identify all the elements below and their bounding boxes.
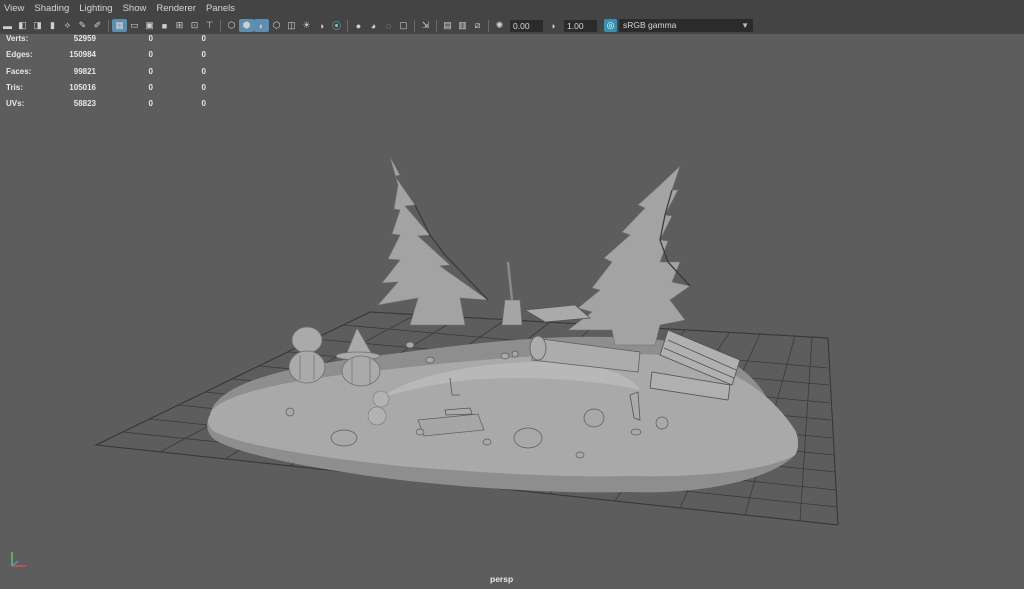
gate-mask-icon[interactable]: ■	[157, 19, 172, 32]
select-camera-icon[interactable]: ▬	[0, 19, 15, 32]
ambient-occlusion-icon[interactable]: ●	[351, 19, 366, 32]
exposure-field[interactable]: 0.00	[510, 19, 543, 32]
field-chart-icon[interactable]: ⊞	[172, 19, 187, 32]
separator	[414, 19, 415, 32]
multisample-aa-icon[interactable]: ◌	[381, 19, 396, 32]
depth-of-field-icon[interactable]: ▢	[396, 19, 411, 32]
poly-count-hud: Verts: 52959 0 0 Edges: 150984 0 0 Faces…	[6, 34, 226, 115]
gamma-icon[interactable]: ◗	[546, 19, 561, 32]
camera-name-label: persp	[490, 574, 514, 584]
menu-view[interactable]: View	[0, 3, 30, 14]
hud-row-tris: Tris: 105016 0 0	[6, 83, 226, 99]
smooth-shade-icon[interactable]: ⬢	[239, 19, 254, 32]
viewport-canvas[interactable]	[0, 34, 1024, 589]
maya-viewport-panel: View Shading Lighting Show Renderer Pane…	[0, 0, 1024, 589]
hud-value-component: 0	[201, 50, 206, 60]
default-material-icon[interactable]: ◐	[254, 19, 269, 32]
safe-title-icon[interactable]: ⊤	[202, 19, 217, 32]
xray-active-icon[interactable]: ⧄	[470, 19, 485, 32]
view-transform-value: sRGB gamma	[623, 20, 677, 30]
image-plane-icon[interactable]: ▮	[45, 19, 60, 32]
camera-attributes-icon[interactable]: ◧	[15, 19, 30, 32]
broom	[501, 261, 523, 326]
separator	[436, 19, 437, 32]
hud-value-component: 0	[201, 66, 206, 76]
hud-value-component: 0	[201, 99, 206, 109]
hud-row-uvs: UVs: 58823 0 0	[6, 99, 226, 115]
wireframe-icon[interactable]: ⬡	[224, 19, 239, 32]
pine-tree-left	[377, 156, 490, 326]
use-all-lights-icon[interactable]: ☀	[299, 19, 314, 32]
hud-value-component: 0	[201, 34, 206, 43]
resolution-gate-icon[interactable]: ▣	[142, 19, 157, 32]
hud-row-verts: Verts: 52959 0 0	[6, 34, 226, 50]
panel-toolbar: ▬ ◧ ◨ ▮ ⟡ ✎ ✐ ▦ ▭ ▣ ■ ⊞ ⊡ ⊤ ⬡ ⬢ ◐ ⬡ ◫ ☀ …	[0, 17, 1024, 34]
2d-pan-zoom-icon[interactable]: ⟡	[60, 19, 75, 32]
hud-row-faces: Faces: 99821 0 0	[6, 67, 226, 83]
xray-icon[interactable]: ⦿	[329, 19, 344, 32]
shadows-icon[interactable]: ◑	[314, 19, 329, 32]
safe-action-icon[interactable]: ⊡	[187, 19, 202, 32]
exposure-icon[interactable]: ✺	[492, 19, 507, 32]
menu-show[interactable]: Show	[119, 3, 153, 14]
pen-icon[interactable]: ✐	[90, 19, 105, 32]
separator	[347, 19, 348, 32]
color-management-icon[interactable]: ◎	[604, 19, 617, 32]
motion-blur-icon[interactable]: ◕	[366, 19, 381, 32]
xray-joints-icon[interactable]: ▥	[455, 19, 470, 32]
separator	[488, 19, 489, 32]
menu-shading[interactable]: Shading	[30, 3, 75, 14]
grid-icon[interactable]: ▦	[112, 19, 127, 32]
hud-row-edges: Edges: 150984 0 0	[6, 50, 226, 66]
panel-menu-bar: View Shading Lighting Show Renderer Pane…	[0, 0, 1024, 17]
film-gate-icon[interactable]: ▭	[127, 19, 142, 32]
hud-toggle-icon[interactable]: ▤	[440, 19, 455, 32]
separator	[108, 19, 109, 32]
isolate-select-icon[interactable]: ⇲	[418, 19, 433, 32]
menu-lighting[interactable]: Lighting	[75, 3, 118, 14]
menu-panels[interactable]: Panels	[202, 3, 241, 14]
grease-pencil-icon[interactable]: ✎	[75, 19, 90, 32]
gamma-field[interactable]: 1.00	[564, 19, 597, 32]
separator	[220, 19, 221, 32]
chevron-down-icon: ▼	[741, 21, 749, 30]
wireframe-on-shaded-icon[interactable]: ⬡	[269, 19, 284, 32]
textured-icon[interactable]: ◫	[284, 19, 299, 32]
menu-renderer[interactable]: Renderer	[152, 3, 202, 14]
hud-value-component: 0	[201, 82, 206, 92]
view-axis-icon	[11, 552, 26, 567]
bookmark-icon[interactable]: ◨	[30, 19, 45, 32]
view-transform-dropdown[interactable]: sRGB gamma ▼	[619, 19, 753, 32]
